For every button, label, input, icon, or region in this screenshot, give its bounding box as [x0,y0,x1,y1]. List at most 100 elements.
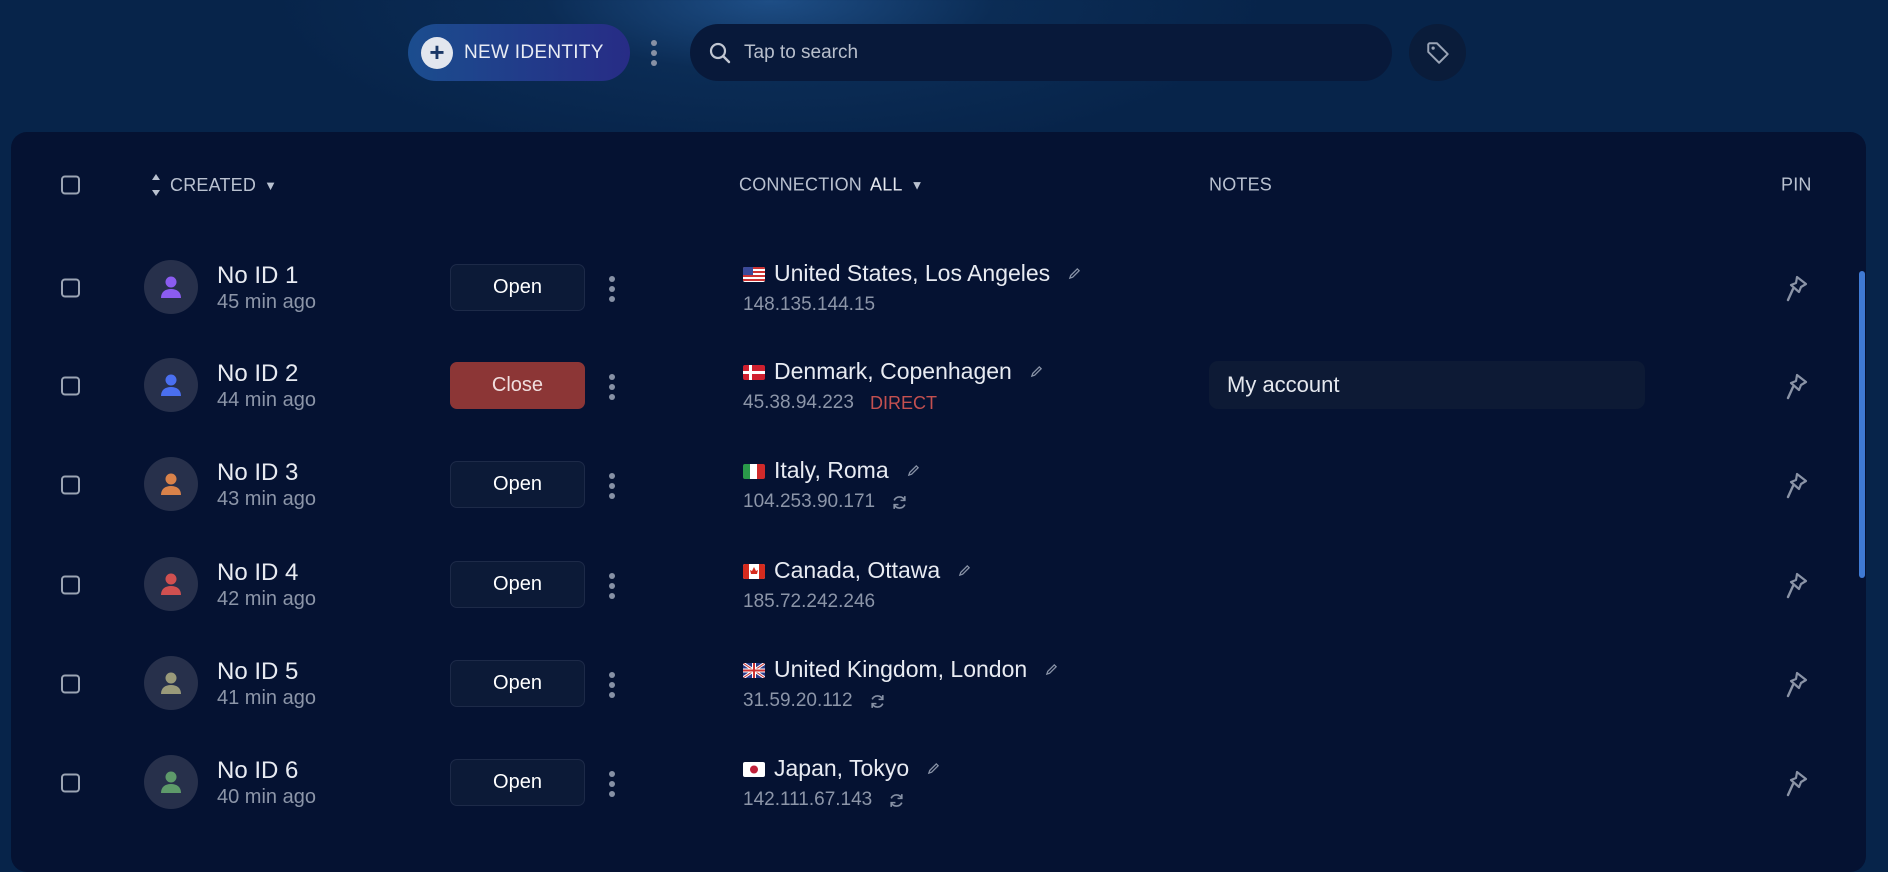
row-checkbox[interactable] [61,575,80,595]
search-bar[interactable] [690,24,1392,81]
table-row: No ID 5 41 min ago Open United Kingdom, … [0,634,1888,733]
note-field[interactable]: My account [1209,361,1645,409]
avatar [144,358,198,412]
plus-icon: + [421,36,453,69]
identity-name[interactable]: No ID 6 [217,757,298,785]
identity-name[interactable]: No ID 2 [217,360,298,388]
more-options-icon[interactable] [649,40,659,66]
refresh-icon[interactable] [888,792,905,809]
identity-name[interactable]: No ID 4 [217,559,298,587]
created-time: 41 min ago [217,687,316,709]
identity-name[interactable]: No ID 5 [217,658,298,686]
table-row: No ID 1 45 min ago Open United States, L… [0,238,1888,337]
row-menu-icon[interactable] [607,276,617,302]
pencil-icon[interactable] [927,762,940,775]
table-row: No ID 2 44 min ago Close Denmark, Copenh… [0,336,1888,435]
created-time: 40 min ago [217,786,316,808]
identity-name[interactable]: No ID 1 [217,262,298,290]
open-button[interactable]: Open [450,759,585,806]
created-label: CREATED [170,174,257,195]
sort-icon [152,174,160,196]
avatar [144,260,198,314]
user-icon [161,771,181,793]
new-identity-label: NEW IDENTITY [464,41,604,63]
table-row: No ID 4 42 min ago Open Canada, Ottawa 1… [0,535,1888,634]
tag-icon [1426,41,1449,64]
flag-icon-jp [743,762,765,777]
tags-button[interactable] [1409,24,1466,81]
flag-icon-gb [743,663,765,678]
pencil-icon[interactable] [1030,365,1043,378]
row-checkbox[interactable] [61,674,80,694]
pin-icon[interactable] [1783,371,1811,401]
row-menu-icon[interactable] [607,473,617,499]
row-menu-icon[interactable] [607,573,617,599]
row-checkbox[interactable] [61,278,80,298]
scrollbar[interactable] [1859,271,1865,578]
location-text: Japan, Tokyo [774,755,910,781]
refresh-icon[interactable] [891,494,908,511]
ip-info: 185.72.242.246 [743,591,875,613]
row-menu-icon[interactable] [607,672,617,698]
open-button[interactable]: Open [450,660,585,707]
ip-address: 45.38.94.223 [743,392,854,413]
pencil-icon[interactable] [1068,267,1081,280]
table-row: No ID 6 40 min ago Open Japan, Tokyo 142… [0,733,1888,832]
select-all-checkbox[interactable] [61,175,80,195]
pin-icon[interactable] [1783,768,1811,798]
refresh-icon[interactable] [869,693,886,710]
ip-address: 142.111.67.143 [743,789,873,810]
location: Denmark, Copenhagen [774,358,1043,385]
search-icon [709,42,731,63]
created-time: 43 min ago [217,488,316,510]
pin-icon[interactable] [1783,570,1811,600]
location-text: Denmark, Copenhagen [774,358,1012,384]
connection-column-header: CONNECTION ALL ▼ [739,175,924,196]
row-menu-icon[interactable] [607,374,617,400]
open-button[interactable]: Open [450,461,585,508]
location: United Kingdom, London [774,656,1058,683]
chevron-down-icon[interactable]: ▼ [911,178,924,193]
flag-icon-ca [743,564,765,579]
pin-icon[interactable] [1783,470,1811,500]
ip-info: 148.135.144.15 [743,294,875,316]
location: United States, Los Angeles [774,260,1081,287]
ip-address: 148.135.144.15 [743,294,876,315]
pin-icon[interactable] [1783,669,1811,699]
ip-address: 31.59.20.112 [743,690,853,711]
new-identity-button[interactable]: + NEW IDENTITY [408,24,630,81]
pin-icon[interactable] [1783,273,1811,303]
row-menu-icon[interactable] [607,771,617,797]
connection-label: CONNECTION [739,174,862,195]
open-button[interactable]: Open [450,264,585,311]
location: Japan, Tokyo [774,755,940,782]
connection-filter[interactable]: ALL [870,175,903,196]
flag-icon-us [743,267,765,282]
location-text: United States, Los Angeles [774,260,1051,286]
row-checkbox[interactable] [61,475,80,495]
ip-info: 45.38.94.223 DIRECT [743,392,937,414]
pencil-icon[interactable] [907,464,920,477]
table-row: No ID 3 43 min ago Open Italy, Roma 104.… [0,435,1888,534]
user-icon [161,374,181,396]
location: Italy, Roma [774,457,920,484]
search-input[interactable] [744,41,1344,64]
identity-name[interactable]: No ID 3 [217,459,298,487]
row-checkbox[interactable] [61,376,80,396]
row-checkbox[interactable] [61,773,80,793]
user-icon [161,573,181,595]
flag-icon-it [743,464,765,479]
close-button[interactable]: Close [450,362,585,409]
created-column-header[interactable]: CREATED ▼ [150,172,277,198]
pin-column-header: PIN [1781,174,1812,195]
flag-icon-dk [743,365,765,380]
location-text: Canada, Ottawa [774,557,941,583]
created-time: 42 min ago [217,588,316,610]
user-icon [161,672,181,694]
pencil-icon[interactable] [958,564,971,577]
ip-address: 185.72.242.246 [743,591,876,612]
user-icon [161,276,181,298]
pencil-icon[interactable] [1045,663,1058,676]
open-button[interactable]: Open [450,561,585,608]
chevron-down-icon: ▼ [264,177,278,193]
